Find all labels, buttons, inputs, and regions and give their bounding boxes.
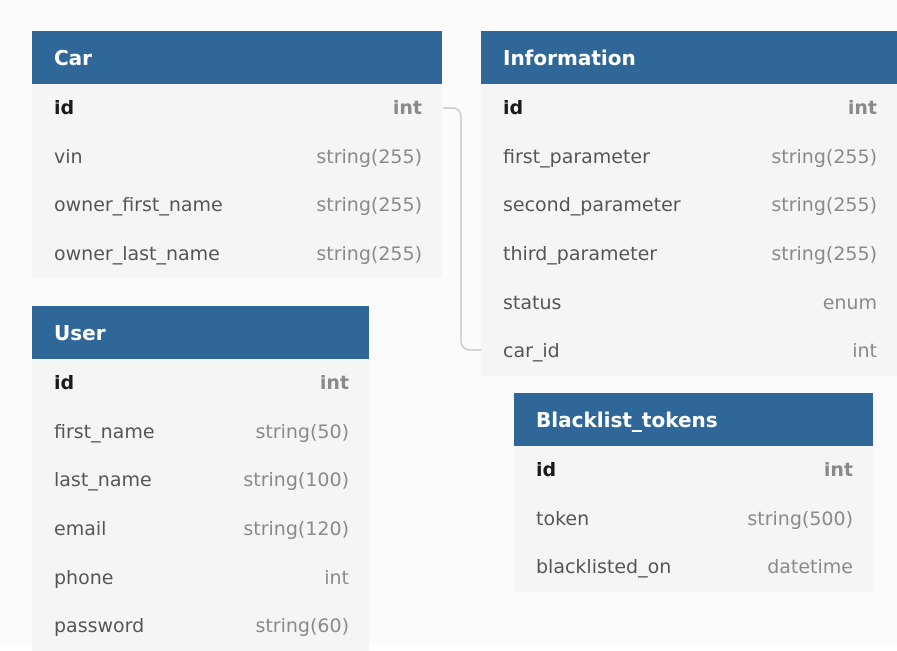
table-title: User: [54, 320, 106, 345]
column-name: token: [536, 507, 590, 530]
column-type: string(255): [771, 194, 877, 217]
table-car[interactable]: Car id int vin string(255) owner_first_n…: [32, 31, 442, 279]
table-title: Car: [54, 45, 93, 70]
column-type: string(255): [316, 194, 422, 217]
table-header[interactable]: User: [32, 306, 369, 359]
diagram-canvas: Car id int vin string(255) owner_first_n…: [0, 0, 897, 651]
column-name: password: [54, 615, 145, 638]
column-name: second_parameter: [503, 194, 681, 217]
table-row[interactable]: id int: [514, 446, 873, 495]
table-row[interactable]: last_name string(100): [32, 456, 369, 505]
column-name: owner_last_name: [54, 243, 220, 266]
table-row[interactable]: token string(500): [514, 495, 873, 544]
column-type: string(120): [243, 518, 349, 541]
column-name: phone: [54, 566, 114, 589]
column-name: id: [503, 97, 524, 120]
column-type: int: [392, 97, 422, 120]
table-row[interactable]: status enum: [481, 278, 897, 327]
table-header[interactable]: Car: [32, 31, 442, 84]
table-row[interactable]: owner_first_name string(255): [32, 181, 442, 230]
column-type: string(500): [747, 507, 853, 530]
column-type: string(255): [316, 145, 422, 168]
column-type: string(60): [255, 615, 349, 638]
table-information[interactable]: Information id int first_parameter strin…: [481, 31, 897, 376]
column-type: int: [847, 97, 877, 120]
table-row[interactable]: email string(120): [32, 505, 369, 554]
column-type: string(100): [243, 469, 349, 492]
column-type: int: [319, 372, 349, 395]
table-row[interactable]: first_name string(50): [32, 408, 369, 457]
column-type: int: [823, 459, 853, 482]
table-row[interactable]: id int: [481, 84, 897, 133]
column-name: blacklisted_on: [536, 556, 672, 579]
column-name: owner_first_name: [54, 194, 223, 217]
column-type: int: [852, 340, 877, 363]
relation-line-car-information: [443, 107, 482, 351]
table-row[interactable]: blacklisted_on datetime: [514, 543, 873, 592]
column-name: id: [54, 372, 75, 395]
column-type: string(255): [316, 243, 422, 266]
table-row[interactable]: id int: [32, 84, 442, 133]
table-blacklist-tokens[interactable]: Blacklist_tokens id int token string(500…: [514, 393, 873, 592]
column-type: int: [324, 566, 349, 589]
column-type: string(50): [255, 420, 349, 443]
column-name: email: [54, 518, 107, 541]
column-name: id: [536, 459, 557, 482]
table-row[interactable]: id int: [32, 359, 369, 408]
table-row[interactable]: phone int: [32, 553, 369, 602]
column-name: last_name: [54, 469, 152, 492]
column-name: first_name: [54, 420, 155, 443]
table-title: Information: [503, 45, 636, 70]
column-type: string(255): [771, 243, 877, 266]
column-name: id: [54, 97, 75, 120]
column-name: first_parameter: [503, 145, 650, 168]
column-name: third_parameter: [503, 243, 658, 266]
column-name: vin: [54, 145, 83, 168]
table-row[interactable]: third_parameter string(255): [481, 230, 897, 279]
column-type: datetime: [767, 556, 853, 579]
table-row[interactable]: owner_last_name string(255): [32, 230, 442, 279]
table-header[interactable]: Information: [481, 31, 897, 84]
column-name: car_id: [503, 340, 560, 363]
table-row[interactable]: password string(60): [32, 602, 369, 651]
table-row[interactable]: car_id int: [481, 327, 897, 376]
table-row[interactable]: vin string(255): [32, 133, 442, 182]
table-row[interactable]: second_parameter string(255): [481, 181, 897, 230]
column-name: status: [503, 291, 562, 314]
column-type: enum: [822, 291, 877, 314]
column-type: string(255): [771, 145, 877, 168]
table-title: Blacklist_tokens: [536, 407, 718, 432]
table-row[interactable]: first_parameter string(255): [481, 133, 897, 182]
table-user[interactable]: User id int first_name string(50) last_n…: [32, 306, 369, 651]
table-header[interactable]: Blacklist_tokens: [514, 393, 873, 446]
